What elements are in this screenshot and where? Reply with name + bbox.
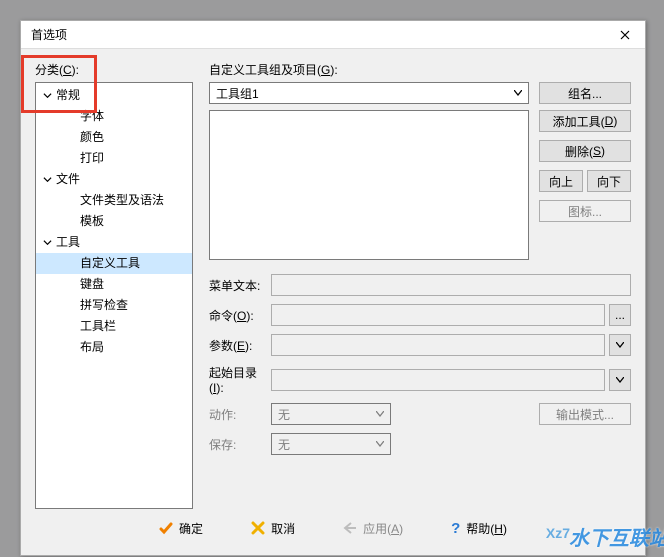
chevron-down-icon [372,436,388,452]
apply-button: 应用(A) [337,516,409,540]
tree-group-file[interactable]: 文件 [36,169,192,190]
menu-text-label: 菜单文本: [209,277,271,294]
chevron-down-icon[interactable] [40,236,54,250]
command-label: 命令(O): [209,307,271,324]
save-combo: 无 [271,433,391,455]
command-browse-button[interactable]: ... [609,304,631,326]
action-value: 无 [278,406,290,423]
add-tool-button[interactable]: 添加工具(D) [539,110,631,132]
tree-item-layout[interactable]: 布局 [36,337,192,358]
close-icon [620,30,630,40]
group-items-label: 自定义工具组及项目(G): [209,61,631,78]
tree-item-keyboard[interactable]: 键盘 [36,274,192,295]
initdir-dropdown-button[interactable] [609,369,631,391]
dialog-title: 首选项 [31,26,67,43]
group-name-button[interactable]: 组名... [539,82,631,104]
params-dropdown-button[interactable] [609,334,631,356]
save-label: 保存: [209,436,271,453]
ok-button[interactable]: 确定 [153,516,209,540]
action-combo: 无 [271,403,391,425]
move-down-button[interactable]: 向下 [587,170,631,192]
preferences-dialog: 首选项 分类(C): 常规 字体 颜色 打印 文件 文件类型及语 [20,20,646,556]
watermark-small: Xz7 [546,525,570,541]
x-icon [251,521,265,535]
save-value: 无 [278,436,290,453]
params-field [271,334,605,356]
tree-item-toolbar[interactable]: 工具栏 [36,316,192,337]
chevron-down-icon[interactable] [40,173,54,187]
chevron-down-icon [372,406,388,422]
watermark: 水下互联站 [569,522,664,551]
initdir-label: 起始目录(I): [209,364,271,395]
tree-item-custom-tools[interactable]: 自定义工具 [36,253,192,274]
params-label: 参数(E): [209,337,271,354]
chevron-down-icon[interactable] [40,89,54,103]
move-up-button[interactable]: 向上 [539,170,583,192]
tree-item-color[interactable]: 颜色 [36,127,192,148]
check-icon [159,521,173,535]
help-button[interactable]: ? 帮助(H) [445,516,513,540]
action-label: 动作: [209,406,271,423]
items-listbox[interactable] [209,110,529,260]
tree-item-print[interactable]: 打印 [36,148,192,169]
tree-item-font[interactable]: 字体 [36,106,192,127]
delete-button[interactable]: 删除(S) [539,140,631,162]
cancel-button[interactable]: 取消 [245,516,301,540]
titlebar: 首选项 [21,21,645,49]
close-button[interactable] [609,23,641,47]
tree-item-template[interactable]: 模板 [36,211,192,232]
category-tree[interactable]: 常规 字体 颜色 打印 文件 文件类型及语法 模板 工具 自定义工具 键盘 拼写… [35,82,193,509]
category-label: 分类(C): [35,61,193,78]
output-mode-button: 输出模式... [539,403,631,425]
help-icon: ? [451,520,460,537]
icon-button: 图标... [539,200,631,222]
initdir-field [271,369,605,391]
tool-group-combo[interactable]: 工具组1 [209,82,529,104]
tree-item-filetypes[interactable]: 文件类型及语法 [36,190,192,211]
tree-group-general[interactable]: 常规 [36,85,192,106]
chevron-down-icon[interactable] [510,85,526,101]
tool-group-value: 工具组1 [216,85,259,102]
menu-text-field [271,274,631,296]
arrow-left-icon [343,521,357,535]
command-field [271,304,605,326]
tree-group-tools[interactable]: 工具 [36,232,192,253]
tree-item-spellcheck[interactable]: 拼写检查 [36,295,192,316]
